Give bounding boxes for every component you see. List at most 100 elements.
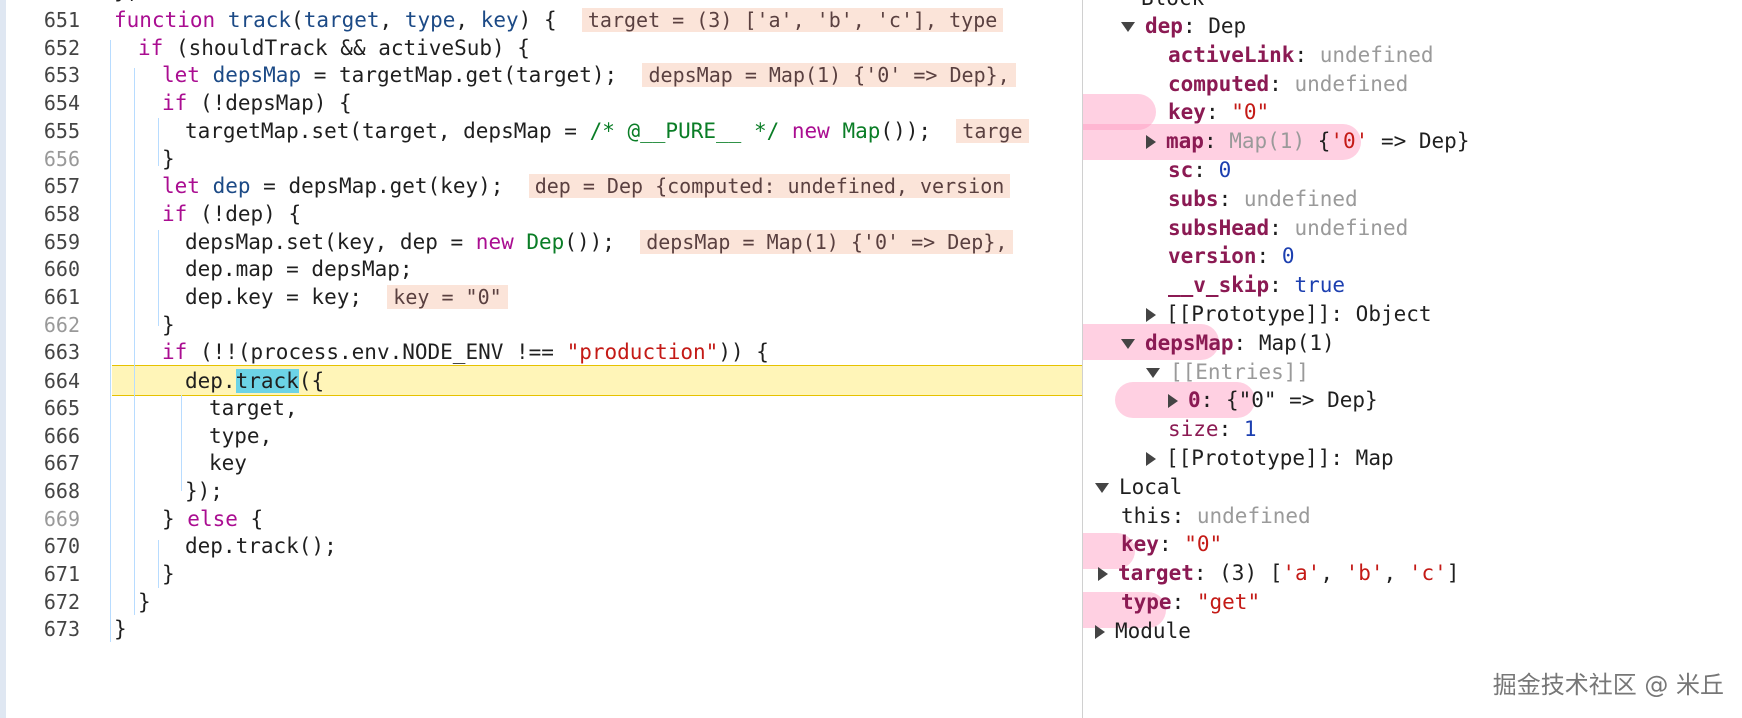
scope-row[interactable]: __v_skip: true [1168,269,1345,301]
scope-row[interactable]: subsHead: undefined [1168,212,1408,244]
scope-row-text: __v_skip: true [1168,273,1346,298]
code-line[interactable]: 673} [0,614,1082,645]
code-line[interactable]: 670 dep.track(); [0,531,1082,562]
indent-guide [158,118,159,166]
scope-row[interactable]: this: undefined [1121,500,1311,532]
collapse-triangle-icon[interactable] [1121,22,1135,32]
code-line[interactable]: 668}); [0,476,1082,507]
line-number[interactable]: 666 [0,421,80,452]
scope-row[interactable]: version: 0 [1168,240,1294,272]
code-text: } [162,146,175,171]
scope-row-text: this: undefined [1121,503,1311,528]
line-number[interactable]: 670 [0,531,80,562]
line-number[interactable]: 669 [0,504,80,535]
scope-row-text: target: (3) ['a', 'b', 'c'] [1118,561,1460,586]
code-line[interactable]: 653 let depsMap = targetMap.get(target); … [0,60,1082,91]
scope-row[interactable]: Local [1095,471,1182,503]
code-line[interactable]: 657 let dep = depsMap.get(key); dep = Dep… [0,171,1082,202]
line-number[interactable]: 653 [0,60,80,91]
expand-triangle-icon[interactable] [1146,452,1156,466]
code-line[interactable]: 671} [0,559,1082,590]
code-line[interactable]: 667 key [0,448,1082,479]
watermark: 掘金技术社区 @ 米丘 [1492,671,1724,699]
line-number[interactable]: 673 [0,614,80,645]
scope-row-text: subsHead: undefined [1168,215,1409,240]
scope-row[interactable]: type: "get" [1121,586,1260,618]
code-line[interactable]: 660 dep.map = depsMap; [0,254,1082,285]
scope-row[interactable]: subs: undefined [1168,183,1358,215]
code-text: dep.map = depsMap; [185,257,413,282]
indent-guide [158,230,159,326]
code-line[interactable]: 656} [0,144,1082,175]
scope-row-text: subs: undefined [1168,186,1358,211]
code-line[interactable]: 663 if (!!(process.env.NODE_ENV !== "prod… [0,337,1082,368]
scope-row-text: computed: undefined [1168,71,1409,96]
line-number[interactable]: 667 [0,448,80,479]
collapse-triangle-icon[interactable] [1095,482,1109,493]
expand-triangle-icon[interactable] [1146,135,1156,150]
line-number[interactable]: 659 [0,227,80,258]
expand-triangle-icon[interactable] [1168,394,1178,409]
scope-row[interactable]: computed: undefined [1168,68,1408,100]
scope-row[interactable]: dep: Dep [1121,10,1246,42]
scope-row-text: [[Entries]] [1170,359,1310,384]
line-number[interactable]: 668 [0,476,80,507]
code-line[interactable]: 652 if (shouldTrack && activeSub) { [0,33,1082,64]
line-number[interactable]: 652 [0,33,80,64]
code-line[interactable]: 672} [0,587,1082,618]
code-line[interactable]: 669} else { [0,504,1082,535]
indent-guide [158,540,159,588]
code-line[interactable]: 658 if (!dep) { [0,199,1082,230]
scope-row[interactable]: Module [1095,615,1191,647]
scope-row-text: map: Map(1) {'0' => Dep} [1166,129,1470,154]
line-number[interactable]: 651 [0,5,80,36]
indent-guide [134,68,135,615]
code-line[interactable]: 665 target, [0,393,1082,424]
scope-row-text: depsMap: Map(1) [1145,330,1335,355]
indent-guide [110,40,111,642]
code-text: if (shouldTrack && activeSub) { [138,35,530,60]
line-number[interactable]: 665 [0,393,80,424]
line-number[interactable]: 662 [0,310,80,341]
code-text: type, [209,423,273,448]
line-number[interactable]: 656 [0,144,80,175]
expand-triangle-icon[interactable] [1098,567,1108,582]
line-number[interactable]: 655 [0,116,80,147]
expand-triangle-icon[interactable] [1146,308,1156,322]
code-line[interactable]: 659 depsMap.set(key, dep = new Dep()); de… [0,227,1082,258]
scope-row[interactable]: 0: {"0" => Dep} [1168,384,1378,416]
line-number[interactable]: 661 [0,282,80,313]
scope-row[interactable]: [[Prototype]]: Map [1146,442,1394,474]
scope-row[interactable]: size: 1 [1168,413,1257,445]
scope-row-text: key: "0" [1121,532,1223,557]
scope-row[interactable]: depsMap: Map(1) [1121,327,1335,359]
scope-row[interactable]: key: "0" [1121,528,1222,560]
line-number[interactable]: 658 [0,199,80,230]
scope-row[interactable]: sc: 0 [1168,154,1231,186]
scope-row[interactable]: map: Map(1) {'0' => Dep} [1146,125,1469,157]
code-text: dep.key = key; key = "0" [185,282,508,313]
current-line[interactable]: 664 dep.track({ [44,365,1082,397]
line-number[interactable]: 663 [0,337,80,368]
source-editor[interactable]: };651function track(target, type, key) {… [0,0,1082,718]
scope-row-text: Local [1119,474,1183,499]
line-number[interactable]: 672 [0,587,80,618]
code-text: } [162,312,175,337]
line-number[interactable]: 654 [0,88,80,119]
scope-row[interactable]: target: (3) ['a', 'b', 'c'] [1098,557,1459,589]
scope-row-text: type: "get" [1121,590,1261,614]
code-line[interactable]: 651 function track(target, type, key) { t… [0,5,1082,36]
code-line[interactable]: 655 targetMap.set(target, depsMap = /* @_… [0,116,1082,147]
line-number[interactable]: 660 [0,254,80,285]
collapse-triangle-icon[interactable] [1121,338,1135,349]
expand-triangle-icon[interactable] [1095,624,1105,639]
code-line[interactable]: 661 dep.key = key; key = "0" [0,282,1082,313]
collapse-triangle-icon[interactable] [1146,367,1160,378]
code-line[interactable]: 662} [0,310,1082,341]
scope-row[interactable]: activeLink: undefined [1168,39,1434,71]
line-number[interactable]: 657 [0,171,80,202]
code-line[interactable]: 666 type, [0,421,1082,452]
line-number[interactable]: 671 [0,559,80,590]
scope-pane[interactable]: Blockdep: DepactiveLink: undefinedcomput… [1082,0,1742,718]
code-line[interactable]: 654 if (!depsMap) { [0,88,1082,119]
